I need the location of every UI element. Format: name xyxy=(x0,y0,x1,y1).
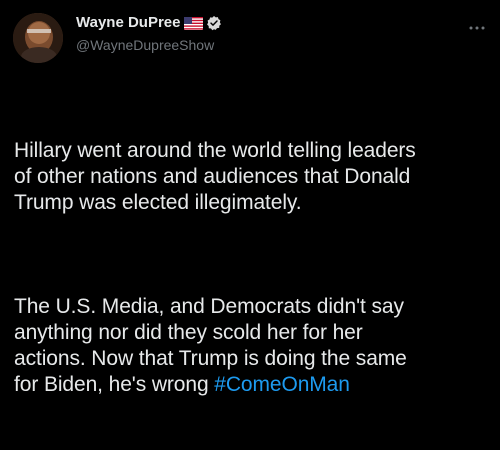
avatar[interactable] xyxy=(13,13,63,63)
hashtag-link[interactable]: #ComeOnMan xyxy=(214,373,350,396)
verified-badge-icon xyxy=(206,15,222,31)
author-block: Wayne DuPree @WayneDupreeShow xyxy=(76,13,436,54)
tweet-paragraph-2: The U.S. Media, and Democrats didn't say… xyxy=(14,294,494,398)
more-options-button[interactable] xyxy=(468,20,486,30)
tweet-text: Hillary went around the world telling le… xyxy=(14,86,494,450)
tweet-card: Wayne DuPree @WayneDupreeShow Hillary we… xyxy=(0,0,500,396)
display-name[interactable]: Wayne DuPree xyxy=(76,13,180,33)
author-handle[interactable]: @WayneDupreeShow xyxy=(76,36,436,54)
more-dots-icon xyxy=(469,26,485,30)
avatar-image xyxy=(13,13,63,63)
tweet-paragraph-1: Hillary went around the world telling le… xyxy=(14,139,416,214)
name-row: Wayne DuPree xyxy=(76,13,436,33)
us-flag-icon xyxy=(184,16,204,30)
